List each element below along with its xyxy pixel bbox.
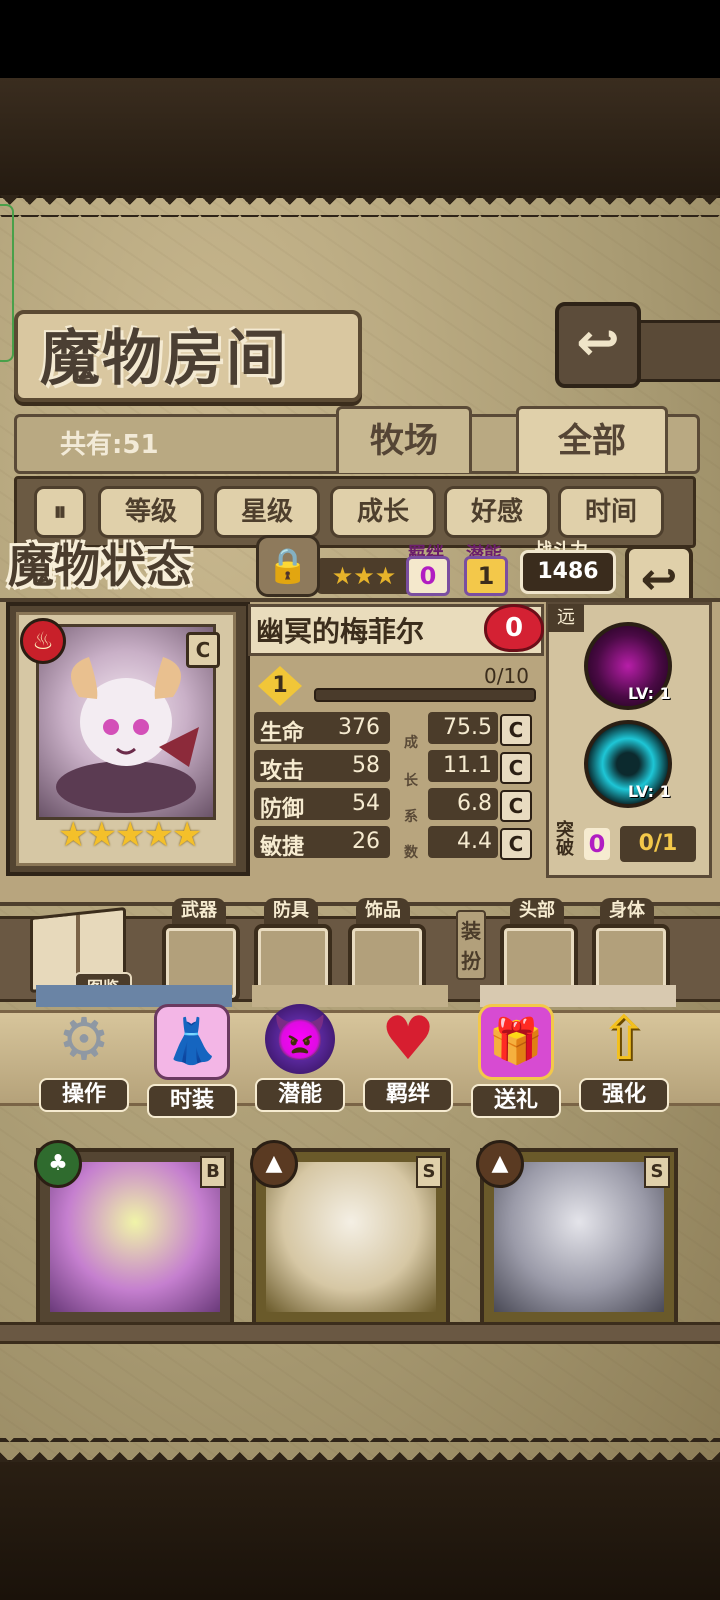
growth-value-atk: 11.1	[443, 753, 492, 778]
star-rating: ★★★★★	[58, 815, 202, 855]
bond-action-label: 羁绊	[363, 1078, 453, 1112]
break-count: 0	[584, 828, 610, 860]
outfit-button[interactable]: 👗 时装	[144, 1004, 240, 1118]
break-progress[interactable]: 0/1	[620, 826, 696, 862]
monster-card-2-rank: S	[416, 1156, 442, 1188]
stat-value-atk: 58	[352, 753, 380, 778]
page-title: 魔物房间	[40, 324, 288, 394]
monster-status-title: 魔物状态	[8, 539, 192, 593]
grade-badge-hp: C	[500, 714, 532, 746]
sort-star-button[interactable]: 星级	[214, 486, 320, 538]
grade-badge-def: C	[500, 790, 532, 822]
background-bottom-strip	[0, 1460, 720, 1600]
stat-label-hp: 生命	[260, 721, 305, 746]
growth-value-agi: 4.4	[457, 829, 492, 854]
head-slot-label: 头部	[510, 898, 564, 924]
monster-card-1-rank: B	[200, 1156, 226, 1188]
peek-card-stars: ★★★	[316, 558, 412, 594]
potential-icon: 👿	[265, 1004, 335, 1074]
hearts-icon: ♥	[381, 1004, 435, 1074]
monster-card-2-art	[266, 1162, 436, 1312]
xp-text: 0/10	[484, 664, 529, 688]
upgrade-label: 强化	[579, 1078, 669, 1112]
sort-affection-button[interactable]: 好感	[444, 486, 550, 538]
body-slot-label: 身体	[600, 898, 654, 924]
growth-char-2: 长	[404, 773, 418, 789]
back-arrow-icon: ↩	[576, 313, 620, 373]
potential-action-label: 潜能	[255, 1078, 345, 1112]
gift-button[interactable]: 🎁 送礼	[468, 1004, 564, 1118]
stat-label-agi: 敏捷	[260, 835, 305, 860]
affection-value: 0	[504, 613, 524, 643]
growth-value-hp: 75.5	[443, 715, 492, 740]
growth-char-1: 成	[404, 735, 418, 751]
sort-growth-button[interactable]: 成长	[330, 486, 436, 538]
gift-label: 送礼	[471, 1084, 561, 1118]
skill-1-level: LV: 1	[628, 684, 671, 703]
upgrade-button[interactable]: ⇧ 强化	[576, 1004, 672, 1112]
monster-count: 共有:51	[60, 430, 159, 460]
bond-button[interactable]: ♥ 羁绊	[360, 1004, 456, 1112]
sort-time-button[interactable]: 时间	[558, 486, 664, 538]
monster-card-1-art	[50, 1162, 220, 1312]
operate-button[interactable]: ⚙ 操作	[36, 1004, 132, 1112]
pause-icon: ⏸	[53, 497, 67, 527]
potential-value: 1	[464, 556, 508, 596]
affection-heart-badge[interactable]: 0	[484, 604, 544, 652]
lock-button[interactable]: 🔒	[256, 535, 320, 597]
dress-up-label: 装扮	[456, 910, 486, 980]
monster-name: 幽冥的梅菲尔	[256, 615, 425, 648]
gear-icon: ⚙	[58, 1005, 110, 1073]
rank-badge: C	[186, 632, 220, 668]
outfit-label: 时装	[147, 1084, 237, 1118]
skill-2-level: LV: 1	[628, 782, 671, 801]
outfit-icon: 👗	[154, 1004, 230, 1080]
operate-label: 操作	[39, 1078, 129, 1112]
background-top-strip	[0, 78, 720, 198]
leaf-element-icon: ♣	[34, 1140, 82, 1188]
power-value: 1486	[520, 550, 616, 594]
break-label: 突破	[556, 820, 574, 859]
back-button[interactable]: ↩	[555, 302, 641, 388]
padlock-icon: 🔒	[266, 546, 310, 586]
list-bottom-rail	[0, 1322, 720, 1344]
weapon-slot-label: 武器	[172, 898, 226, 924]
earth-element-icon: ▲	[476, 1140, 524, 1188]
gift-icon: 🎁	[478, 1004, 554, 1080]
side-drawer-handle[interactable]	[0, 204, 14, 362]
upgrade-arrows-icon: ⇧	[598, 1004, 650, 1074]
earth-element-icon: ▲	[250, 1140, 298, 1188]
xp-progress-bar	[314, 688, 536, 702]
growth-char-3: 系	[404, 809, 418, 825]
parchment-top-edge	[0, 195, 720, 217]
stat-label-atk: 攻击	[260, 759, 305, 784]
monster-card-3-art	[494, 1162, 664, 1312]
monster-card-3-rank: S	[644, 1156, 670, 1188]
attack-range-tag: 远	[548, 604, 584, 632]
accessory-slot-label: 饰品	[356, 898, 410, 924]
header-rail	[630, 320, 720, 382]
armor-slot-label: 防具	[264, 898, 318, 924]
system-status-area	[0, 0, 720, 78]
tab-all[interactable]: 全部	[516, 406, 668, 473]
stat-value-def: 54	[352, 791, 380, 816]
stat-label-def: 防御	[260, 797, 305, 822]
stat-value-agi: 26	[352, 829, 380, 854]
bond-value: 0	[406, 556, 450, 596]
grade-badge-agi: C	[500, 828, 532, 860]
grade-badge-atk: C	[500, 752, 532, 784]
potential-button[interactable]: 👿 潜能	[252, 1004, 348, 1112]
tab-ranch[interactable]: 牧场	[336, 406, 472, 473]
growth-char-4: 数	[404, 845, 418, 861]
growth-value-def: 6.8	[457, 791, 492, 816]
fire-element-icon: ♨	[20, 618, 66, 664]
parchment-bottom-edge	[0, 1438, 720, 1462]
stat-value-hp: 376	[338, 715, 380, 740]
